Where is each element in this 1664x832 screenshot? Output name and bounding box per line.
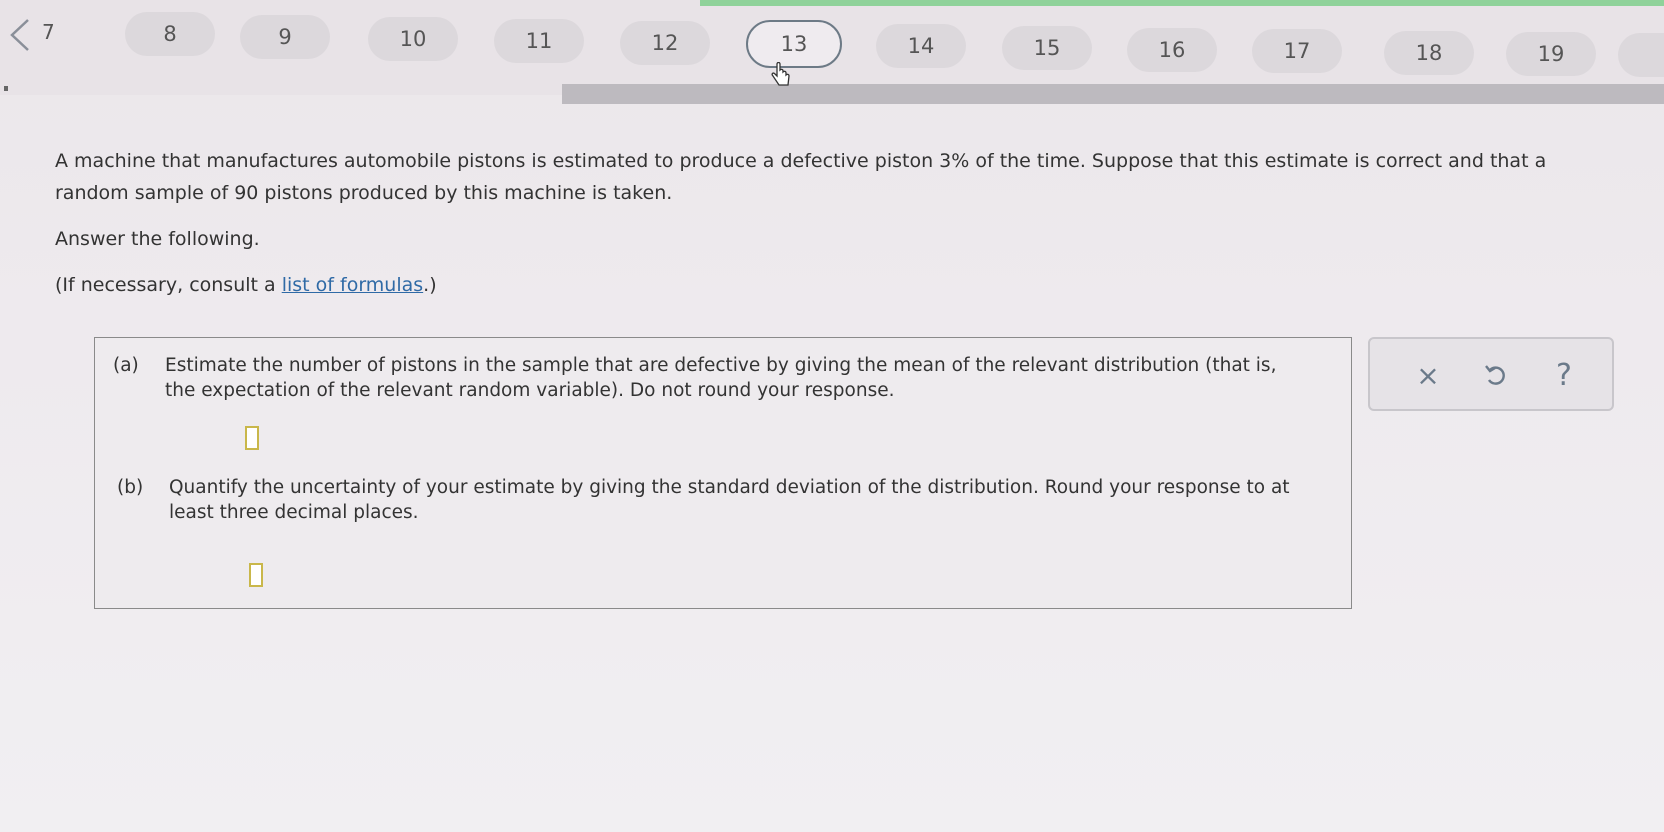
nav-pill-13-active[interactable]: 13	[746, 20, 842, 68]
problem-statement: A machine that manufactures automobile p…	[55, 145, 1615, 301]
nav-scrollbar[interactable]	[562, 84, 1664, 104]
nav-pill-10[interactable]: 10	[368, 17, 458, 61]
nav-pill-18[interactable]: 18	[1384, 31, 1474, 75]
nav-pill-12[interactable]: 12	[620, 21, 710, 65]
part-b: (b) Quantify the uncertainty of your est…	[117, 475, 1337, 535]
nav-back-icon[interactable]	[8, 18, 36, 51]
question-nav-bar: 7 8 9 10 11 12 13 14 15 16 17 18 19	[0, 0, 1664, 104]
problem-intro: A machine that manufactures automobile p…	[55, 150, 1547, 204]
answer-input-a[interactable]	[245, 426, 259, 450]
nav-pill-8[interactable]: 8	[125, 12, 215, 56]
nav-pill-11[interactable]: 11	[494, 19, 584, 63]
nav-pill-17[interactable]: 17	[1252, 29, 1342, 73]
question-box: (a) Estimate the number of pistons in th…	[94, 337, 1352, 609]
scroll-left-marker	[4, 86, 8, 91]
hand-cursor-icon	[770, 61, 792, 94]
part-a-label: (a)	[113, 355, 139, 376]
nav-pill-14[interactable]: 14	[876, 24, 966, 68]
formulas-link[interactable]: list of formulas	[282, 274, 423, 296]
answer-input-b[interactable]	[249, 563, 263, 587]
nav-pill-9[interactable]: 9	[240, 15, 330, 59]
nav-item-first[interactable]: 7	[42, 20, 55, 44]
formula-line: (If necessary, consult a list of formula…	[55, 269, 1615, 301]
answer-tools-panel: × ?	[1368, 337, 1614, 411]
nav-pill-partial[interactable]	[1618, 33, 1664, 77]
progress-strip	[700, 0, 1664, 6]
undo-icon[interactable]	[1478, 357, 1514, 393]
instruction-text: Answer the following.	[55, 228, 260, 250]
part-a-text: Estimate the number of pistons in the sa…	[165, 355, 1277, 401]
close-icon[interactable]: ×	[1410, 357, 1446, 393]
part-b-label: (b)	[117, 477, 144, 498]
formula-prefix: (If necessary, consult a	[55, 274, 282, 296]
nav-pill-19[interactable]: 19	[1506, 32, 1596, 76]
nav-pill-16[interactable]: 16	[1127, 28, 1217, 72]
nav-pill-15[interactable]: 15	[1002, 26, 1092, 70]
part-b-text: Quantify the uncertainty of your estimat…	[169, 477, 1290, 523]
part-a: (a) Estimate the number of pistons in th…	[113, 353, 1333, 413]
formula-suffix: .)	[423, 274, 437, 296]
help-icon[interactable]: ?	[1546, 357, 1582, 393]
